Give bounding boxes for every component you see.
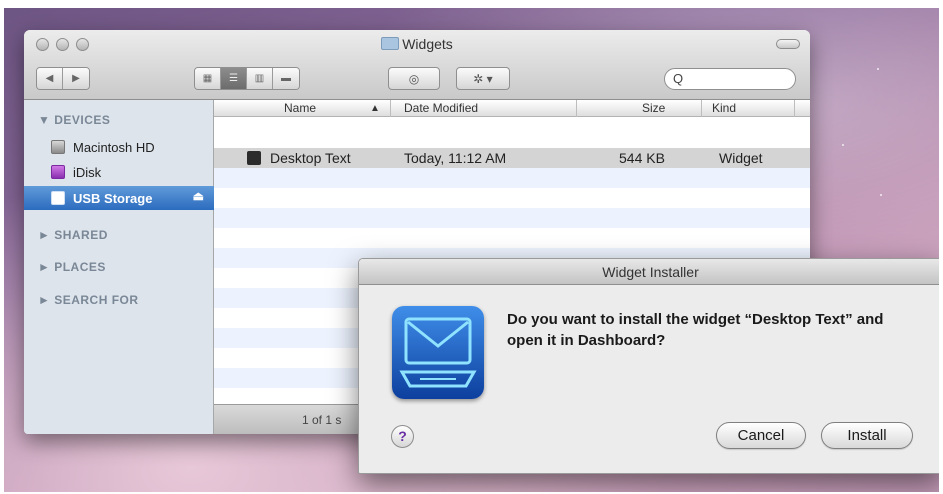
finder-sidebar: ▼ DEVICES Macintosh HD iDisk USB Storage… (24, 100, 214, 434)
cancel-button[interactable]: Cancel (716, 422, 806, 449)
column-header-name[interactable]: Name (284, 101, 316, 115)
wallpaper-star (880, 194, 882, 196)
list-view-icon[interactable]: ☰ (221, 68, 247, 89)
sidebar-header-places[interactable]: ► PLACES (38, 260, 106, 274)
wallpaper-star (842, 144, 844, 146)
folder-icon (381, 37, 400, 50)
idisk-icon (51, 165, 65, 179)
sidebar-item-label: iDisk (73, 164, 102, 180)
widget-icon (247, 151, 261, 165)
coverflow-view-icon[interactable]: ▬ (273, 68, 299, 89)
column-view-icon[interactable]: ▥ (247, 68, 273, 89)
forward-arrow-icon[interactable]: ▶ (63, 68, 89, 89)
quicklook-button[interactable]: ◎ (388, 67, 440, 90)
install-button[interactable]: Install (821, 422, 913, 449)
sidebar-item-label: USB Storage (73, 190, 153, 206)
dialog-message: Do you want to install the widget “Deskt… (507, 311, 884, 349)
search-icon: Q (673, 71, 684, 86)
back-arrow-icon[interactable]: ◀ (37, 68, 63, 89)
finder-toolbar: Widgets ◀ ▶ ▦ ☰ ▥ ▬ ◎ ✲ ▾ Q (24, 30, 810, 100)
column-divider[interactable] (794, 100, 795, 117)
sidebar-item-label: Macintosh HD (73, 139, 155, 155)
mail-widget-icon (392, 306, 484, 399)
hard-drive-icon (51, 140, 65, 154)
usb-drive-icon (51, 191, 65, 205)
sidebar-header-search-for[interactable]: ► SEARCH FOR (38, 293, 139, 307)
empty-row (214, 168, 810, 188)
file-kind: Widget (719, 150, 763, 166)
status-text: 1 of 1 s (302, 413, 342, 427)
window-title: Widgets (24, 36, 810, 52)
column-divider[interactable] (576, 100, 577, 117)
toolbar-toggle-button[interactable] (776, 39, 800, 49)
column-divider[interactable] (390, 100, 391, 117)
column-header-row: Name ▲ Date Modified Size Kind (214, 100, 810, 117)
file-size: 544 KB (619, 150, 665, 166)
empty-row (214, 208, 810, 228)
column-header-size[interactable]: Size (642, 101, 665, 115)
sidebar-item-idisk[interactable]: iDisk (24, 161, 214, 183)
sidebar-header-devices[interactable]: ▼ DEVICES (38, 113, 110, 127)
sort-ascending-icon: ▲ (370, 103, 380, 114)
sidebar-item-macintosh-hd[interactable]: Macintosh HD (24, 136, 214, 158)
sidebar-item-usb-storage[interactable]: USB Storage ⏏ (24, 186, 214, 210)
sidebar-header-shared[interactable]: ► SHARED (38, 228, 108, 242)
action-menu-button[interactable]: ✲ ▾ (456, 67, 510, 90)
quicklook-eye-icon: ◎ (408, 71, 420, 86)
help-button[interactable]: ? (391, 425, 414, 448)
column-header-kind[interactable]: Kind (712, 101, 736, 115)
column-header-date[interactable]: Date Modified (404, 101, 478, 115)
desktop-background: Widgets ◀ ▶ ▦ ☰ ▥ ▬ ◎ ✲ ▾ Q ▼ DEVICES Ma… (4, 8, 939, 492)
file-date: Today, 11:12 AM (404, 150, 507, 166)
back-forward-control: ◀ ▶ (36, 67, 90, 90)
table-row[interactable]: Desktop Text Today, 11:12 AM 544 KB Widg… (214, 148, 810, 168)
eject-icon[interactable]: ⏏ (193, 189, 204, 203)
search-input[interactable]: Q (664, 68, 796, 90)
wallpaper-star (877, 68, 879, 70)
icon-view-icon[interactable]: ▦ (195, 68, 221, 89)
gear-icon: ✲ ▾ (473, 71, 493, 86)
file-name: Desktop Text (270, 150, 351, 166)
dialog-title: Widget Installer (359, 259, 939, 285)
view-mode-control: ▦ ☰ ▥ ▬ (194, 67, 300, 90)
column-divider[interactable] (701, 100, 702, 117)
widget-installer-dialog: Widget Installer Do you want to install … (358, 258, 939, 474)
window-title-text: Widgets (402, 36, 453, 52)
